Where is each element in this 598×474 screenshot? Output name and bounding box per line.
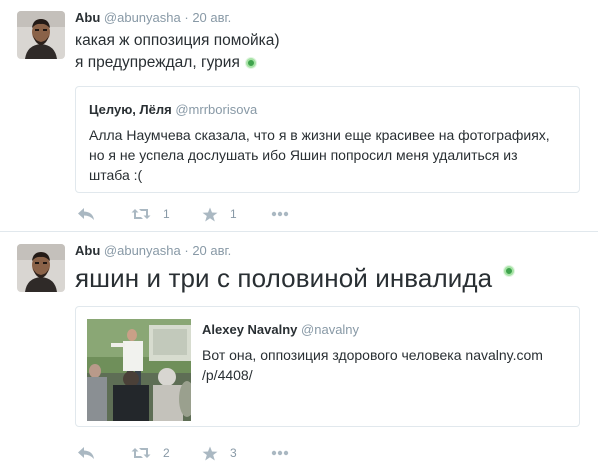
tweet-header: Abu @abunyasha · 20 авг.: [75, 10, 231, 25]
quoted-tweet[interactable]: Alexey Navalny @navalny Вот она, оппозиц…: [75, 306, 580, 427]
reply-button[interactable]: [77, 204, 95, 224]
quoted-tweet-photo[interactable]: [87, 319, 191, 421]
quoted-text-line: Вот она, оппозиция здорового человека na…: [202, 347, 543, 363]
quoted-text-line: /p/4408/: [202, 367, 253, 383]
retweet-button[interactable]: 2: [131, 443, 170, 463]
favorite-count: 3: [230, 446, 237, 460]
more-icon: [271, 450, 289, 456]
retweet-count: 1: [163, 207, 170, 221]
quoted-tweet-text: Вот она, оппозиция здорового человека na…: [202, 345, 574, 385]
quoted-author-name[interactable]: Целую, Лёля: [89, 102, 172, 117]
quoted-tweet[interactable]: Целую, Лёля @mrrborisova Алла Наумчева с…: [75, 86, 580, 193]
retweet-count: 2: [163, 446, 170, 460]
tweet-text-content: яшин и три с половиной инвалида: [75, 263, 493, 293]
author-handle[interactable]: @abunyasha: [104, 10, 181, 25]
reply-icon: [77, 207, 95, 221]
quoted-tweet-header: Целую, Лёля @mrrborisova: [89, 102, 257, 117]
tweet-actions: 1 1: [75, 204, 375, 224]
quoted-author-handle[interactable]: @mrrborisova: [175, 102, 257, 117]
online-status-icon: [504, 266, 515, 276]
author-handle[interactable]: @abunyasha: [104, 243, 181, 258]
quoted-tweet-text: Алла Наумчева сказала, что я в жизни еще…: [89, 125, 577, 185]
more-icon: [271, 211, 289, 217]
tweet-text-line-content: я предупреждал, гурия: [75, 54, 240, 71]
separator: ·: [184, 10, 189, 25]
tweet-text: яшин и три с половиной инвалида: [75, 262, 515, 294]
author-name[interactable]: Abu: [75, 10, 100, 25]
star-icon: [202, 207, 218, 222]
tweet[interactable]: Abu @abunyasha · 20 авг. яшин и три с по…: [0, 233, 598, 474]
tweet-date[interactable]: 20 авг.: [192, 243, 231, 258]
reply-button[interactable]: [77, 443, 95, 463]
quoted-text-line: Алла Наумчева сказала, что я в жизни еще…: [89, 127, 550, 143]
star-icon: [202, 446, 218, 461]
tweet-text-line: какая ж оппозиция помойка): [75, 32, 280, 49]
tweet-text-line: я предупреждал, гурия: [75, 52, 256, 74]
retweet-icon: [131, 207, 151, 221]
favorite-button[interactable]: 1: [202, 204, 237, 224]
avatar[interactable]: [17, 11, 65, 59]
tweet-date[interactable]: 20 авг.: [192, 10, 231, 25]
reply-icon: [77, 446, 95, 460]
more-button[interactable]: [271, 443, 289, 463]
author-name[interactable]: Abu: [75, 243, 100, 258]
tweet-actions: 2 3: [75, 443, 375, 463]
retweet-icon: [131, 446, 151, 460]
retweet-button[interactable]: 1: [131, 204, 170, 224]
tweet[interactable]: Abu @abunyasha · 20 авг. какая ж оппозиц…: [0, 0, 598, 232]
quoted-author-handle[interactable]: @navalny: [301, 322, 359, 337]
quoted-tweet-header: Alexey Navalny @navalny: [202, 322, 359, 337]
favorite-button[interactable]: 3: [202, 443, 237, 463]
separator: ·: [184, 243, 189, 258]
online-status-icon: [245, 57, 256, 68]
avatar[interactable]: [17, 244, 65, 292]
quoted-text-line: но я не успела дослушать ибо Яшин попрос…: [89, 147, 518, 163]
favorite-count: 1: [230, 207, 237, 221]
more-button[interactable]: [271, 204, 289, 224]
quoted-text-line: штаба :(: [89, 167, 143, 183]
quoted-author-name[interactable]: Alexey Navalny: [202, 322, 297, 337]
tweet-header: Abu @abunyasha · 20 авг.: [75, 243, 231, 258]
